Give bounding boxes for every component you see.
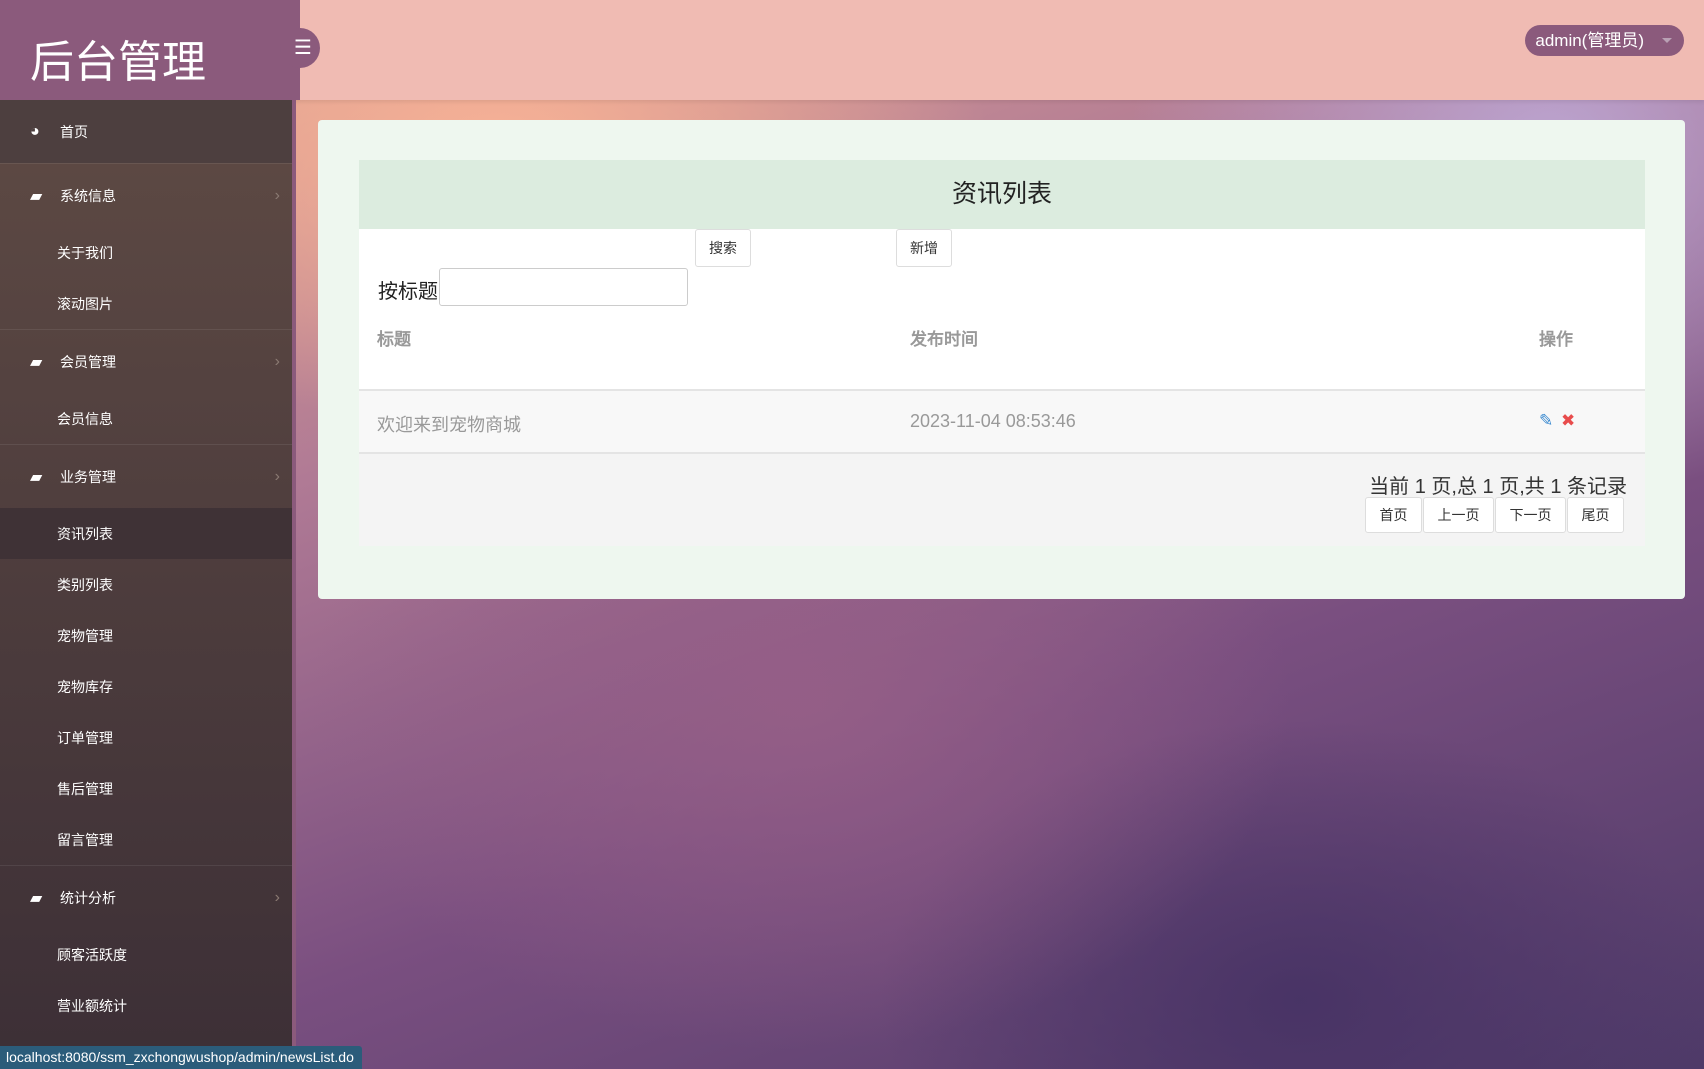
chevron-right-icon: ›	[274, 467, 280, 485]
book-icon: ▰	[30, 187, 43, 205]
sidebar-group-stats[interactable]: ▰ 统计分析 ›	[0, 866, 292, 929]
book-icon: ▰	[30, 889, 43, 907]
sidebar-item-stock[interactable]: 宠物库存	[0, 661, 292, 712]
sidebar-item-activity[interactable]: 顾客活跃度	[0, 929, 292, 980]
row-time: 2023-11-04 08:53:46	[910, 411, 1076, 431]
search-input[interactable]	[439, 268, 688, 306]
top-header: 后台管理 ☰ admin(管理员)	[0, 0, 1704, 100]
caret-down-icon	[1662, 38, 1672, 48]
sidebar-group-system[interactable]: ▰ 系统信息 ›	[0, 164, 292, 227]
column-header-title: 标题	[377, 330, 411, 349]
sidebar-item-orders[interactable]: 订单管理	[0, 712, 292, 763]
row-title: 欢迎来到宠物商城	[377, 415, 521, 435]
label: 会员管理	[60, 353, 116, 370]
content-card: 资讯列表 按标题 搜索 新增 标题 发布时间 操作 欢迎来到宠物商城 2023-…	[318, 120, 1685, 599]
logo: 后台管理	[0, 0, 300, 100]
chevron-right-icon: ›	[274, 888, 280, 906]
sidebar-item-slides[interactable]: 滚动图片	[0, 278, 292, 329]
label: 业务管理	[60, 468, 116, 485]
sidebar-item-messages[interactable]: 留言管理	[0, 814, 292, 865]
chevron-right-icon: ›	[274, 352, 280, 370]
add-button[interactable]: 新增	[896, 229, 952, 267]
sidebar: ◕ 首页 ▰ 系统信息 › 关于我们 滚动图片 ▰ 会员管理 › 会员信息 ▰ 业务管理 › …	[0, 100, 296, 1069]
sidebar-item-about[interactable]: 关于我们	[0, 227, 292, 278]
book-icon: ▰	[30, 353, 43, 371]
news-panel: 资讯列表 按标题 搜索 新增 标题 发布时间 操作 欢迎来到宠物商城 2023-…	[359, 160, 1645, 546]
sidebar-item-pets[interactable]: 宠物管理	[0, 610, 292, 661]
sidebar-item-aftersale[interactable]: 售后管理	[0, 763, 292, 814]
sidebar-item-member-info[interactable]: 会员信息	[0, 393, 292, 444]
sidebar-group-members[interactable]: ▰ 会员管理 ›	[0, 330, 292, 393]
pagination: 当前 1 页,总 1 页,共 1 条记录 首页 上一页 下一页 尾页	[359, 454, 1645, 546]
user-name: admin(管理员)	[1535, 31, 1644, 50]
sidebar-item-news[interactable]: 资讯列表	[0, 508, 292, 559]
last-page-button[interactable]: 尾页	[1567, 497, 1624, 533]
column-header-actions: 操作	[1539, 330, 1573, 349]
delete-icon[interactable]: ✖	[1561, 411, 1575, 431]
book-icon: ▰	[30, 468, 43, 486]
edit-icon[interactable]: ✎	[1539, 411, 1553, 431]
sidebar-item-categories[interactable]: 类别列表	[0, 559, 292, 610]
sidebar-group-business[interactable]: ▰ 业务管理 ›	[0, 445, 292, 508]
label: 统计分析	[60, 889, 116, 906]
table-row: 欢迎来到宠物商城 2023-11-04 08:53:46 ✎ ✖	[359, 389, 1645, 454]
status-bar-url: localhost:8080/ssm_zxchongwushop/admin/n…	[0, 1046, 362, 1069]
chevron-right-icon: ›	[274, 186, 280, 204]
menu-toggle-icon[interactable]: ☰	[280, 28, 320, 68]
user-dropdown[interactable]: admin(管理员)	[1525, 25, 1684, 56]
dashboard-icon: ◕	[30, 122, 40, 140]
page-title: 资讯列表	[359, 160, 1645, 229]
sidebar-item-revenue[interactable]: 营业额统计	[0, 980, 292, 1031]
next-page-button[interactable]: 下一页	[1495, 497, 1566, 533]
search-button[interactable]: 搜索	[695, 229, 751, 267]
first-page-button[interactable]: 首页	[1365, 497, 1422, 533]
label: 首页	[60, 123, 88, 140]
prev-page-button[interactable]: 上一页	[1423, 497, 1494, 533]
label: 系统信息	[60, 187, 116, 204]
pagination-info: 当前 1 页,总 1 页,共 1 条记录	[1369, 476, 1627, 498]
sidebar-item-home[interactable]: ◕ 首页	[0, 100, 292, 163]
column-header-time: 发布时间	[910, 330, 978, 349]
search-label: 按标题	[378, 281, 438, 303]
